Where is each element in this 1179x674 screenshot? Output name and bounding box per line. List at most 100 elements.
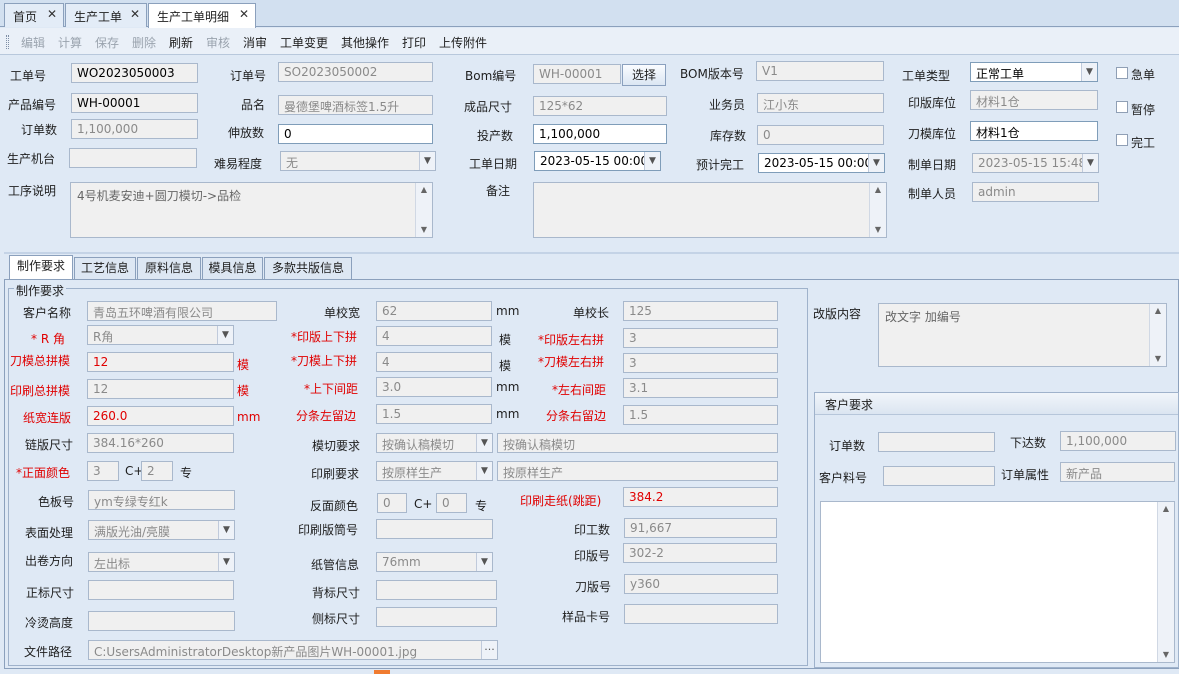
tab-shared-plate-info[interactable]: 多款共版信息 bbox=[264, 257, 352, 279]
product-name-field[interactable]: 曼德堡啤酒标签1.5升 bbox=[278, 95, 433, 115]
chevron-down-icon[interactable]: ▼ bbox=[476, 553, 492, 571]
r-angle-select[interactable]: R角 ▼ bbox=[87, 325, 234, 345]
difficulty-select[interactable]: 无 ▼ bbox=[280, 151, 436, 171]
slit-left-field[interactable]: 1.5 bbox=[376, 404, 492, 424]
plan-finish-picker[interactable]: 2023-05-15 00:00 ▼ bbox=[758, 153, 885, 173]
process-memo[interactable]: 4号机麦安迪+圆刀模切->品检 ▲ ▼ bbox=[70, 182, 433, 238]
tab-mold-info[interactable]: 模具信息 bbox=[202, 257, 263, 279]
unwind-select[interactable]: 左出标 ▼ bbox=[88, 552, 235, 572]
salesman-field[interactable]: 江小东 bbox=[757, 93, 884, 113]
chevron-down-icon[interactable]: ▼ bbox=[1082, 154, 1098, 172]
gap-lr-field[interactable]: 3.1 bbox=[623, 378, 778, 398]
tab-production-requirements[interactable]: 制作要求 bbox=[9, 255, 73, 279]
scrollbar[interactable]: ▲ ▼ bbox=[415, 183, 432, 237]
order-change-button[interactable]: 工单变更 bbox=[280, 34, 328, 51]
tab-production-orders[interactable]: 生产工单 ✕ bbox=[65, 3, 147, 27]
front-size-field[interactable] bbox=[88, 580, 234, 600]
scroll-up-icon[interactable]: ▲ bbox=[416, 183, 432, 197]
die-ud-field[interactable]: 4 bbox=[376, 352, 492, 372]
slit-right-field[interactable]: 1.5 bbox=[623, 405, 778, 425]
die-req-select[interactable]: 按确认稿模切 ▼ bbox=[376, 433, 493, 453]
urgent-checkbox[interactable] bbox=[1116, 67, 1128, 79]
back-spot-field[interactable]: 0 bbox=[436, 493, 467, 513]
extra-qty-field[interactable]: 0 bbox=[278, 124, 433, 144]
close-icon[interactable]: ✕ bbox=[239, 7, 249, 21]
scroll-up-icon[interactable]: ▲ bbox=[870, 183, 886, 197]
print-req-text[interactable]: 按原样生产 bbox=[497, 461, 778, 481]
chevron-down-icon[interactable]: ▼ bbox=[868, 154, 884, 172]
print-button[interactable]: 打印 bbox=[402, 34, 426, 51]
label-width-field[interactable]: 62 bbox=[376, 301, 492, 321]
surface-select[interactable]: 满版光油/亮膜 ▼ bbox=[88, 520, 235, 540]
pause-checkbox[interactable] bbox=[1116, 101, 1128, 113]
label-length-field[interactable]: 125 bbox=[623, 301, 778, 321]
stock-qty-field[interactable]: 0 bbox=[757, 125, 884, 145]
tab-material-info[interactable]: 原料信息 bbox=[137, 257, 201, 279]
back-size-field[interactable] bbox=[376, 580, 497, 600]
file-path-field[interactable]: C:UsersAdministratorDesktop新产品图片WH-00001… bbox=[88, 640, 498, 660]
chevron-down-icon[interactable]: ▼ bbox=[476, 434, 492, 452]
other-ops-button[interactable]: 其他操作 bbox=[341, 34, 389, 51]
cust-part-field[interactable] bbox=[883, 466, 995, 486]
scroll-down-icon[interactable]: ▼ bbox=[1158, 648, 1174, 662]
close-icon[interactable]: ✕ bbox=[47, 7, 57, 21]
print-feed-field[interactable]: 384.2 bbox=[623, 487, 778, 507]
bom-version-field[interactable]: V1 bbox=[756, 61, 884, 81]
print-total-field[interactable]: 12 bbox=[87, 379, 234, 399]
bom-no-field[interactable]: WH-00001 bbox=[533, 64, 621, 84]
chevron-down-icon[interactable]: ▼ bbox=[419, 152, 435, 170]
upload-attachment-button[interactable]: 上传附件 bbox=[439, 34, 487, 51]
remark-memo[interactable]: ▲ ▼ bbox=[533, 182, 887, 238]
create-date-field[interactable]: 2023-05-15 15:48 ▼ bbox=[972, 153, 1099, 173]
side-size-field[interactable] bbox=[376, 607, 497, 627]
order-type-select[interactable]: 正常工单 ▼ bbox=[970, 62, 1098, 82]
calc-button[interactable]: 计算 bbox=[58, 34, 82, 51]
die-lr-field[interactable]: 3 bbox=[623, 353, 778, 373]
delete-button[interactable]: 删除 bbox=[132, 34, 156, 51]
splitter[interactable] bbox=[4, 252, 1179, 254]
color-plate-field[interactable]: ym专绿专红k bbox=[88, 490, 235, 510]
paper-width-field[interactable]: 260.0 bbox=[87, 406, 234, 426]
die-total-field[interactable]: 12 bbox=[87, 352, 234, 372]
front-spot-field[interactable]: 2 bbox=[141, 461, 173, 481]
work-date-picker[interactable]: 2023-05-15 00:00 ▼ bbox=[534, 151, 661, 171]
tab-order-detail[interactable]: 生产工单明细 ✕ bbox=[148, 3, 256, 28]
finish-size-field[interactable]: 125*62 bbox=[533, 96, 667, 116]
chevron-down-icon[interactable]: ▼ bbox=[1081, 63, 1097, 81]
order-attr-field[interactable]: 新产品 bbox=[1060, 462, 1175, 482]
edit-button[interactable]: 编辑 bbox=[21, 34, 45, 51]
scroll-up-icon[interactable]: ▲ bbox=[1150, 304, 1166, 318]
cust-order-qty-field[interactable] bbox=[878, 432, 995, 452]
gap-ud-field[interactable]: 3.0 bbox=[376, 377, 492, 397]
die-no-field[interactable]: y360 bbox=[624, 574, 778, 594]
customer-notes-memo[interactable]: ▲ ▼ bbox=[820, 501, 1175, 663]
select-bom-button[interactable]: 选择 bbox=[622, 64, 666, 86]
ellipsis-icon[interactable]: ··· bbox=[481, 641, 497, 659]
scroll-up-icon[interactable]: ▲ bbox=[1158, 502, 1174, 516]
print-qty-field[interactable]: 91,667 bbox=[624, 518, 777, 538]
chain-size-field[interactable]: 384.16*260 bbox=[87, 433, 234, 453]
chevron-down-icon[interactable]: ▼ bbox=[218, 553, 234, 571]
print-lr-field[interactable]: 3 bbox=[623, 328, 778, 348]
scrollbar[interactable]: ▲ ▼ bbox=[869, 183, 886, 237]
sample-card-field[interactable] bbox=[624, 604, 778, 624]
tab-home[interactable]: 首页 ✕ bbox=[4, 3, 64, 27]
product-no-field[interactable]: WH-00001 bbox=[71, 93, 198, 113]
plate-cylinder-field[interactable] bbox=[376, 519, 493, 539]
scroll-down-icon[interactable]: ▼ bbox=[416, 223, 432, 237]
produce-qty-field[interactable]: 1,100,000 bbox=[533, 124, 667, 144]
issue-qty-field[interactable]: 1,100,000 bbox=[1060, 431, 1176, 451]
refresh-button[interactable]: 刷新 bbox=[169, 34, 193, 51]
machine-field[interactable] bbox=[69, 148, 197, 168]
sale-order-field[interactable]: SO2023050002 bbox=[278, 62, 433, 82]
plate-no-field[interactable]: 302-2 bbox=[623, 543, 777, 563]
print-warehouse-field[interactable]: 材料1仓 bbox=[970, 90, 1098, 110]
scrollbar[interactable]: ▲ ▼ bbox=[1149, 304, 1166, 366]
done-checkbox[interactable] bbox=[1116, 134, 1128, 146]
core-select[interactable]: 76mm ▼ bbox=[376, 552, 493, 572]
scroll-down-icon[interactable]: ▼ bbox=[1150, 352, 1166, 366]
die-warehouse-field[interactable]: 材料1仓 bbox=[970, 121, 1098, 141]
die-req-text[interactable]: 按确认稿模切 bbox=[497, 433, 778, 453]
chevron-down-icon[interactable]: ▼ bbox=[217, 326, 233, 344]
save-button[interactable]: 保存 bbox=[95, 34, 119, 51]
